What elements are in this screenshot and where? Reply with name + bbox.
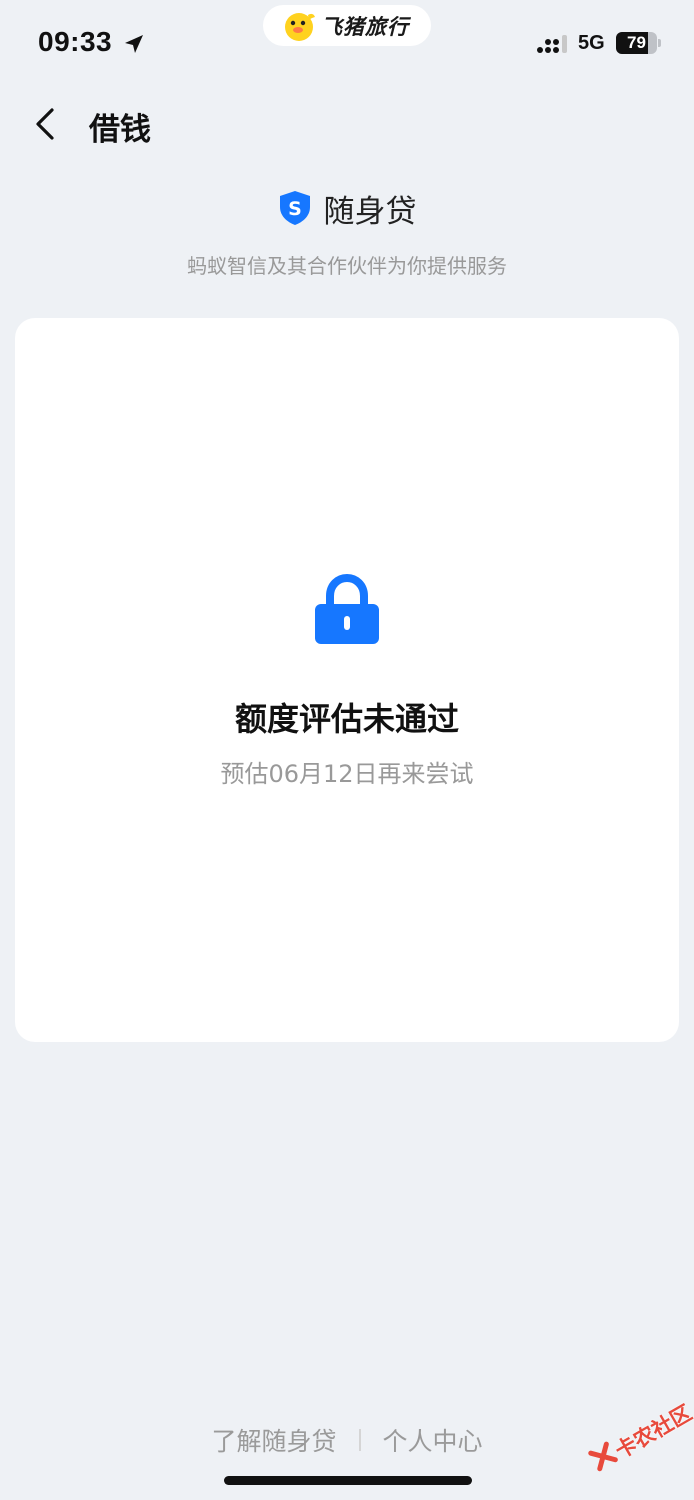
signal-icon: [537, 35, 567, 53]
back-button[interactable]: [26, 102, 70, 146]
status-hint: 预估06月12日再来尝试: [220, 760, 474, 788]
source-app-pill[interactable]: 飞猪旅行: [263, 5, 431, 46]
status-bar: 09:33 飞猪旅行 5G 79: [0, 0, 694, 90]
home-indicator[interactable]: [224, 1476, 472, 1485]
source-app-name: 飞猪旅行: [321, 14, 409, 39]
brand-subtitle: 蚂蚁智信及其合作伙伴为你提供服务: [187, 254, 507, 278]
network-type: 5G: [578, 32, 605, 54]
battery-level: 79: [627, 33, 646, 52]
page-title: 借钱: [89, 112, 151, 148]
watermark-text: 卡农社区: [611, 1400, 694, 1464]
fliggy-logo-icon: [285, 12, 315, 41]
battery-icon: 79: [616, 32, 662, 54]
status-title: 额度评估未通过: [234, 700, 459, 738]
brand-header: S 随身贷: [0, 186, 694, 230]
shield-s-icon: S: [279, 191, 310, 225]
watermark: 卡农社区: [577, 1394, 694, 1500]
footer-divider: [358, 1429, 361, 1451]
personal-center-link[interactable]: 个人中心: [383, 1422, 483, 1458]
location-arrow-icon: [125, 35, 143, 53]
status-time: 09:33: [38, 26, 113, 57]
learn-more-link[interactable]: 了解随身贷: [211, 1422, 336, 1458]
brand-name: 随身贷: [323, 193, 417, 230]
lock-icon: [315, 574, 379, 644]
svg-text:S: S: [288, 198, 302, 220]
credit-status-card: 额度评估未通过 预估06月12日再来尝试: [15, 318, 679, 1042]
